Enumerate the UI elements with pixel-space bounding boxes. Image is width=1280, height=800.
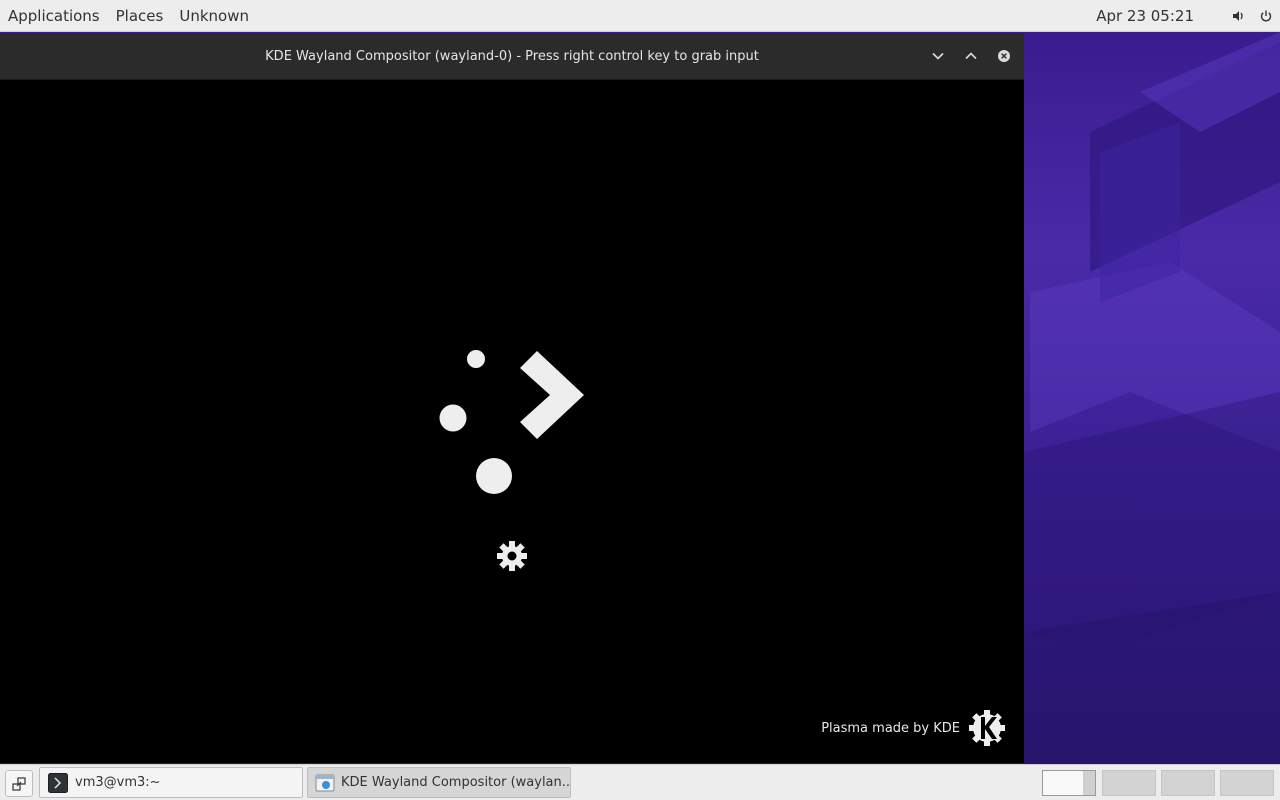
show-desktop-button[interactable] <box>5 770 33 797</box>
chevron-up-icon <box>964 52 977 60</box>
kde-logo-icon <box>969 710 1005 746</box>
workspace-2[interactable] <box>1102 770 1156 796</box>
plasma-logo <box>439 350 584 494</box>
top-panel: Applications Places Unknown Apr 23 05:21 <box>0 0 1280 32</box>
workspace-1[interactable] <box>1042 770 1096 796</box>
power-icon[interactable] <box>1252 0 1280 32</box>
taskbar-item-label: KDE Wayland Compositor (waylan... <box>341 775 571 790</box>
show-desktop-icon <box>12 776 26 791</box>
bottom-taskbar: vm3@vm3:~ KDE Wayland Compositor (waylan… <box>0 764 1280 800</box>
taskbar-item-label: vm3@vm3:~ <box>75 775 161 790</box>
close-icon <box>997 50 1010 62</box>
menu-applications[interactable]: Applications <box>0 0 108 32</box>
menu-places[interactable]: Places <box>108 0 172 32</box>
window-controls <box>921 41 1020 71</box>
kde-window-icon <box>315 772 335 794</box>
volume-icon[interactable] <box>1224 0 1252 32</box>
workspace-3[interactable] <box>1161 770 1215 796</box>
workspace-window-preview <box>1083 771 1095 795</box>
taskbar-item-kde-compositor[interactable]: KDE Wayland Compositor (waylan... <box>307 767 571 798</box>
close-button[interactable] <box>987 41 1020 71</box>
taskbar-item-terminal[interactable]: vm3@vm3:~ <box>39 767 303 798</box>
window-titlebar[interactable]: KDE Wayland Compositor (wayland-0) - Pre… <box>0 33 1024 80</box>
splash-screen: Plasma made by KDE <box>0 81 1024 763</box>
plasma-made-by-kde-text: Plasma made by KDE <box>821 720 960 736</box>
maximize-button[interactable] <box>954 41 987 71</box>
terminal-icon <box>47 772 69 794</box>
chevron-down-icon <box>931 52 944 60</box>
workspace-4[interactable] <box>1220 770 1274 796</box>
gear-icon <box>497 541 527 571</box>
menu-unknown[interactable]: Unknown <box>171 0 257 32</box>
top-panel-right: Apr 23 05:21 <box>1096 0 1280 32</box>
clock[interactable]: Apr 23 05:21 <box>1096 7 1194 25</box>
kde-footer: Plasma made by KDE <box>821 709 1006 747</box>
window-title: KDE Wayland Compositor (wayland-0) - Pre… <box>265 49 759 64</box>
minimize-button[interactable] <box>921 41 954 71</box>
kde-wayland-window: KDE Wayland Compositor (wayland-0) - Pre… <box>0 33 1024 763</box>
